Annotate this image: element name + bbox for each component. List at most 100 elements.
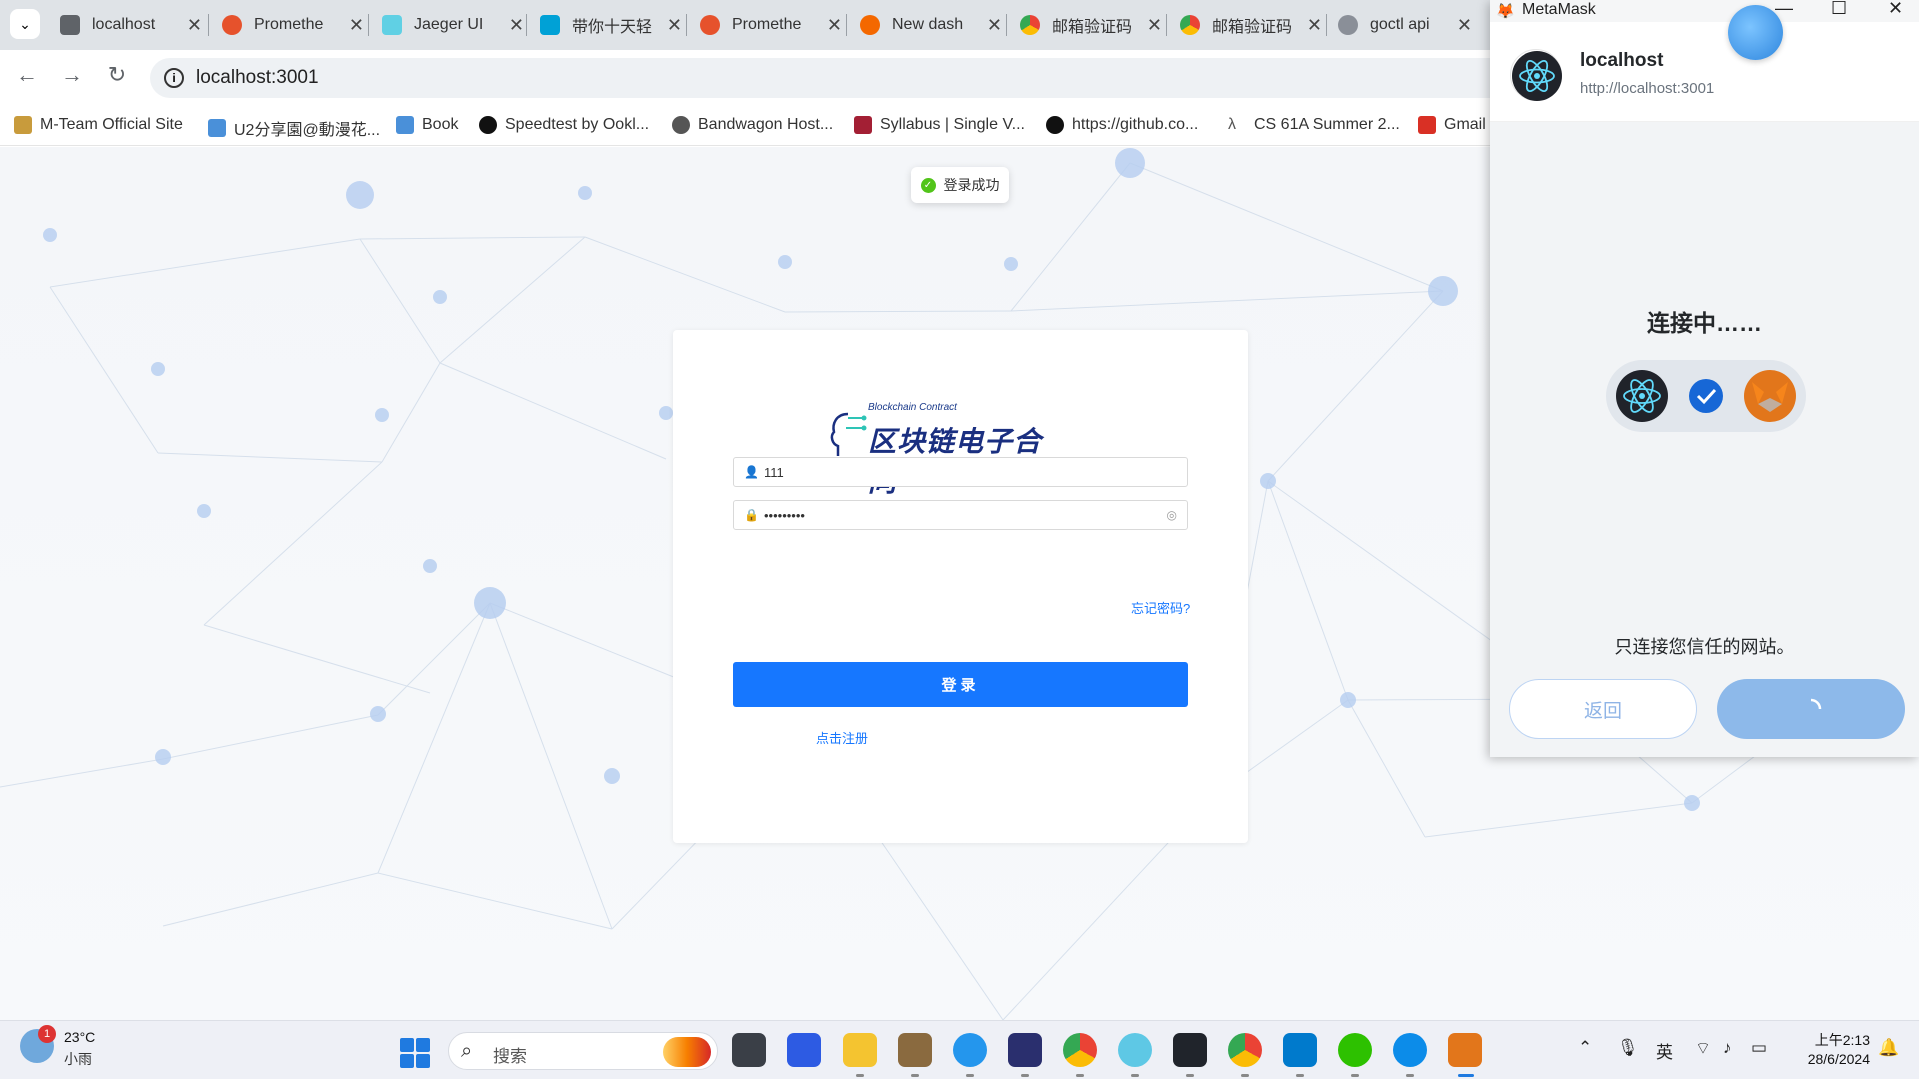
package-icon[interactable]: [898, 1033, 932, 1067]
back-button[interactable]: 返回: [1509, 679, 1697, 739]
maximize-icon[interactable]: ☐: [1831, 0, 1847, 19]
connecting-title: 连接中……: [1647, 310, 1762, 336]
tab-search-button[interactable]: ⌄: [10, 9, 40, 39]
connection-indicator: [1606, 360, 1806, 432]
ime-indicator[interactable]: 英: [1656, 1038, 1673, 1063]
metamask-body: 连接中…… 只连接您信任的网站。 返回: [1490, 122, 1919, 757]
typora-icon[interactable]: [1173, 1033, 1207, 1067]
bookmark-github[interactable]: https://github.co...: [1046, 116, 1198, 134]
running-indicator: [1021, 1074, 1029, 1077]
clock-date[interactable]: 28/6/2024: [1790, 1051, 1870, 1067]
close-icon[interactable]: ✕: [187, 15, 202, 36]
password-field[interactable]: 🔒 ••••••••• ◎: [733, 500, 1188, 530]
microphone-icon[interactable]: 🎙: [1617, 1038, 1639, 1058]
tab-email-code-2[interactable]: 邮箱验证码 ✕: [1180, 8, 1322, 42]
tab-localhost[interactable]: localhost ✕: [60, 8, 202, 42]
bookmark-speedtest[interactable]: Speedtest by Ookl...: [479, 116, 649, 134]
metamask-fox-icon: 🦊: [1496, 3, 1515, 20]
app-swirl-icon[interactable]: [1118, 1033, 1152, 1067]
close-icon[interactable]: ✕: [827, 15, 842, 36]
logo-tagline: Blockchain Contract: [868, 402, 957, 413]
lambda-icon: λ: [1228, 116, 1236, 133]
login-button[interactable]: 登录: [733, 662, 1188, 707]
address-url[interactable]: localhost:3001: [196, 67, 319, 89]
tab-goctl[interactable]: goctl api ✕: [1338, 8, 1472, 42]
username-value[interactable]: 111: [764, 465, 784, 480]
bookmark-gmail[interactable]: Gmail: [1418, 116, 1486, 134]
weather-widget[interactable]: 1: [20, 1025, 56, 1063]
tab-bilibili[interactable]: 带你十天轻 ✕: [540, 8, 682, 42]
bookmark-cs61a[interactable]: λ CS 61A Summer 2...: [1228, 116, 1400, 134]
login-success-toast: ✓ 登录成功: [911, 167, 1009, 203]
close-icon[interactable]: ✕: [1457, 15, 1472, 36]
chevron-down-icon: ⌄: [19, 15, 31, 32]
tab-jaeger[interactable]: Jaeger UI ✕: [382, 8, 524, 42]
bookmark-syllabus[interactable]: Syllabus | Single V...: [854, 116, 1025, 134]
metamask-avatar-bubble[interactable]: [1728, 5, 1783, 60]
metamask-taskbar-icon[interactable]: [1448, 1033, 1482, 1067]
tab-title: goctl api: [1370, 16, 1430, 33]
bookmark-label: Book: [422, 116, 459, 133]
metamask-site-header: localhost http://localhost:3001: [1490, 22, 1919, 122]
file-explorer-icon[interactable]: [843, 1033, 877, 1067]
vscode-icon[interactable]: [1283, 1033, 1317, 1067]
bookmark-label: CS 61A Summer 2...: [1254, 116, 1400, 133]
chrome-icon: [1180, 15, 1200, 35]
info-icon[interactable]: i: [164, 68, 184, 88]
browser-tab-strip: ⌄ localhost ✕ Promethe ✕ Jaeger UI ✕ 带你十…: [0, 0, 1490, 50]
chevron-up-icon[interactable]: ⌃: [1578, 1038, 1592, 1058]
connect-button[interactable]: [1717, 679, 1905, 739]
wifi-icon[interactable]: ⌔: [1695, 1038, 1711, 1059]
lock-icon: 🔒: [744, 508, 759, 522]
username-field[interactable]: 👤 111: [733, 457, 1188, 487]
close-icon[interactable]: ✕: [667, 15, 682, 36]
forgot-password-link[interactable]: 忘记密码?: [1131, 598, 1190, 617]
edge-icon[interactable]: [1393, 1033, 1427, 1067]
bookmark-bandwagon[interactable]: Bandwagon Host...: [672, 116, 833, 134]
close-icon[interactable]: ✕: [1307, 15, 1322, 36]
tab-email-code-1[interactable]: 邮箱验证码 ✕: [1020, 8, 1162, 42]
windows-start-button[interactable]: [400, 1038, 430, 1068]
close-icon[interactable]: ✕: [1888, 0, 1903, 19]
bookmark-label: Bandwagon Host...: [698, 116, 834, 133]
goland-icon[interactable]: [1008, 1033, 1042, 1067]
clock-time[interactable]: 上午2:13: [1800, 1030, 1870, 1050]
volume-icon[interactable]: ♪: [1723, 1038, 1732, 1058]
eye-invisible-icon[interactable]: ◎: [1167, 508, 1177, 522]
tab-prometheus-2[interactable]: Promethe ✕: [700, 8, 842, 42]
close-icon[interactable]: ✕: [987, 15, 1002, 36]
back-icon[interactable]: ←: [12, 62, 42, 88]
chrome-icon[interactable]: [1063, 1033, 1097, 1067]
docker-icon[interactable]: [953, 1033, 987, 1067]
tab-prometheus-1[interactable]: Promethe ✕: [222, 8, 364, 42]
weather-description: 小雨: [64, 1051, 92, 1067]
browser-toolbar: ← → ↻ i localhost:3001: [0, 50, 1490, 106]
reload-icon[interactable]: ↻: [102, 62, 132, 88]
site-url: http://localhost:3001: [1580, 80, 1715, 97]
tab-grafana[interactable]: New dash ✕: [860, 8, 1002, 42]
wechat-icon[interactable]: [1338, 1033, 1372, 1067]
task-view-icon[interactable]: [732, 1033, 766, 1067]
bookmark-u2[interactable]: U2分享園@動漫花...: [208, 116, 380, 140]
tab-separator: [526, 14, 527, 36]
bookmark-label: U2分享園@動漫花...: [234, 122, 381, 139]
password-value[interactable]: •••••••••: [764, 508, 805, 523]
register-link[interactable]: 点击注册: [816, 728, 868, 747]
notification-bell-icon[interactable]: 🔔: [1878, 1038, 1899, 1058]
bookmark-book[interactable]: Book: [396, 116, 458, 134]
forward-icon[interactable]: →: [57, 62, 87, 88]
taskbar-search[interactable]: ⌕ 搜索: [448, 1032, 718, 1070]
address-bar[interactable]: i localhost:3001: [150, 58, 1490, 98]
chrome-profile-icon[interactable]: [1228, 1033, 1262, 1067]
windows-taskbar: 1 23°C 小雨 ⌕ 搜索 ⌃ 🎙 英 ⌔ ♪ ▭ 上午2:13 28/6/2…: [0, 1020, 1919, 1079]
mit-icon: [854, 116, 872, 134]
tab-separator: [368, 14, 369, 36]
microsoft-store-icon[interactable]: [787, 1033, 821, 1067]
tab-title: New dash: [892, 16, 964, 33]
close-icon[interactable]: ✕: [509, 15, 524, 36]
close-icon[interactable]: ✕: [349, 15, 364, 36]
battery-icon[interactable]: ▭: [1751, 1038, 1767, 1058]
tab-separator: [1006, 14, 1007, 36]
close-icon[interactable]: ✕: [1147, 15, 1162, 36]
bookmark-mteam[interactable]: M-Team Official Site: [14, 116, 183, 134]
